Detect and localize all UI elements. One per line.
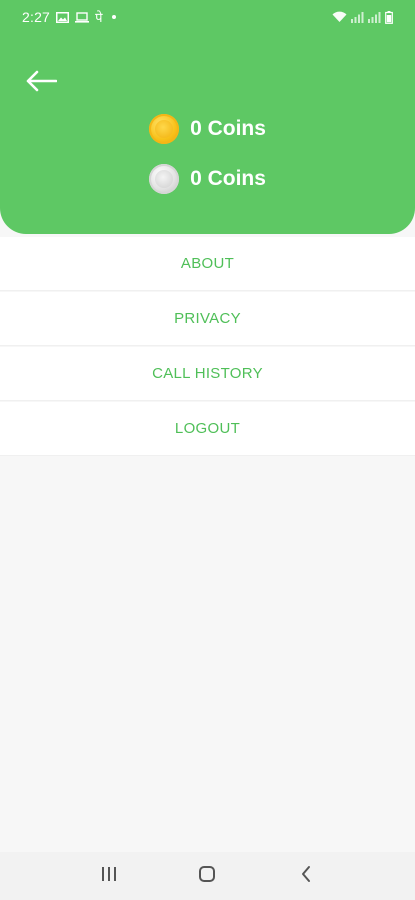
recents-icon — [100, 866, 118, 887]
home-icon — [198, 865, 216, 888]
notification-dot-icon — [112, 15, 117, 19]
arrow-left-icon — [25, 70, 58, 97]
signal-icon-2 — [368, 11, 381, 23]
status-bar: 2:27 पे — [0, 0, 415, 34]
gold-coin-icon — [149, 114, 180, 144]
hindi-app-icon: पे — [95, 10, 103, 25]
recents-button[interactable] — [89, 856, 129, 896]
menu-item-privacy[interactable]: PRIVACY — [0, 292, 415, 346]
nav-back-icon — [300, 865, 312, 888]
wifi-icon — [332, 11, 347, 23]
gallery-icon — [56, 11, 70, 23]
header: 2:27 पे 0 Coins 0 Coins — [0, 0, 415, 234]
status-time: 2:27 — [22, 9, 51, 25]
gold-coins-text: 0 Coins — [190, 117, 266, 140]
nav-back-button[interactable] — [286, 856, 326, 896]
silver-coins-row: 0 Coins — [0, 162, 415, 196]
menu-item-logout[interactable]: LOGOUT — [0, 402, 415, 456]
menu-list: ABOUT PRIVACY CALL HISTORY LOGOUT — [0, 237, 415, 456]
battery-icon — [385, 10, 393, 24]
silver-coin-icon — [149, 164, 180, 194]
gold-coins-row: 0 Coins — [0, 112, 415, 146]
back-button[interactable] — [22, 66, 60, 100]
silver-coins-text: 0 Coins — [190, 167, 266, 190]
menu-item-call-history[interactable]: CALL HISTORY — [0, 347, 415, 401]
home-button[interactable] — [187, 856, 227, 896]
menu-item-about[interactable]: ABOUT — [0, 237, 415, 291]
screen: 2:27 पे 0 Coins 0 Coins ABOUT PRIVACY CA… — [0, 0, 415, 900]
status-right — [332, 10, 393, 24]
laptop-icon — [75, 11, 90, 23]
signal-icon — [351, 11, 364, 23]
status-left: 2:27 पे — [22, 8, 117, 26]
system-nav-bar — [0, 852, 415, 900]
